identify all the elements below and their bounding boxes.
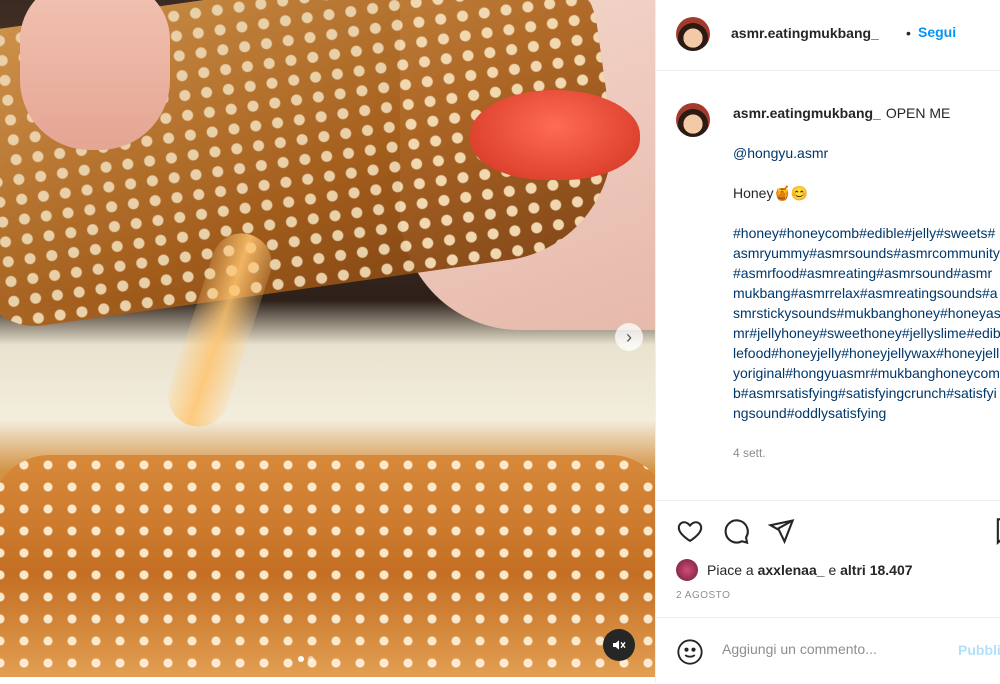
header-username[interactable]: asmr.eatingmukbang_ [731, 25, 879, 41]
send-icon[interactable] [767, 517, 795, 545]
chevron-right-icon[interactable]: › [615, 323, 643, 351]
post-panel: asmr.eatingmukbang_ • Segui asmr.eatingm… [655, 0, 1000, 683]
avatar[interactable] [676, 103, 710, 137]
caption-mention[interactable]: @hongyu.asmr [733, 143, 1000, 163]
likes-text[interactable]: Piace a axxlenaa_ e altri 18.407 [707, 562, 913, 578]
action-bar [656, 500, 1000, 561]
header-separator: • [906, 25, 911, 41]
carousel-dot [298, 656, 304, 662]
comment-bar: Pubblica [656, 617, 1000, 684]
media-finger [20, 0, 170, 150]
heart-icon[interactable] [676, 517, 704, 545]
caption-line: Honey🍯😊 [733, 185, 809, 201]
carousel-dots [298, 656, 314, 662]
mute-icon[interactable] [603, 629, 635, 661]
media-honeycomb-bottom [0, 455, 655, 677]
publish-button[interactable]: Pubblica [958, 642, 1000, 658]
post-header: asmr.eatingmukbang_ • Segui [656, 0, 1000, 71]
caption-username[interactable]: asmr.eatingmukbang_ [733, 105, 881, 121]
caption-time-ago: 4 sett. [733, 446, 766, 460]
comment-input[interactable] [720, 640, 934, 658]
avatar[interactable] [676, 559, 698, 581]
post-media[interactable]: › [0, 0, 655, 677]
likes-row: Piace a axxlenaa_ e altri 18.407 [676, 558, 913, 582]
emoji-icon[interactable] [676, 638, 704, 666]
carousel-dot [308, 656, 314, 662]
media-lips [470, 90, 640, 180]
post-date: 2 AGOSTO [676, 590, 731, 601]
bookmark-icon[interactable] [992, 517, 1000, 545]
follow-button[interactable]: Segui [918, 24, 956, 40]
post-caption: asmr.eatingmukbang_ OPEN ME @hongyu.asmr … [676, 88, 1000, 498]
avatar[interactable] [676, 17, 710, 51]
caption-hashtags[interactable]: #honey#honeycomb#edible#jelly#sweets#asm… [733, 223, 1000, 423]
comment-icon[interactable] [722, 517, 750, 545]
caption-title: OPEN ME [885, 105, 951, 121]
